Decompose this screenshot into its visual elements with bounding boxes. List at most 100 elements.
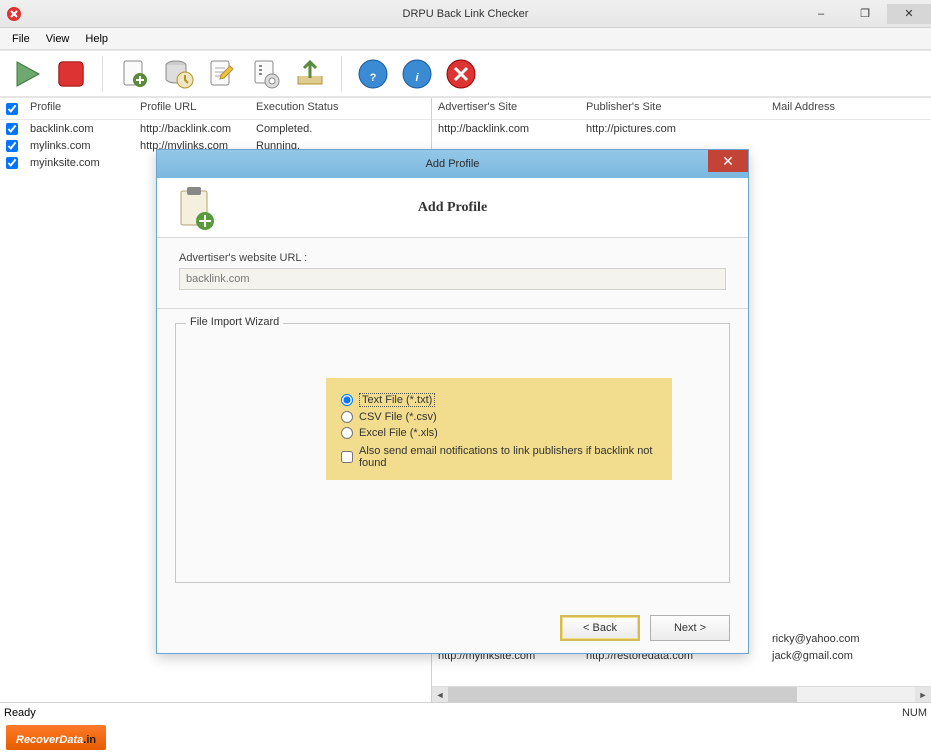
col-publisher-site[interactable]: Publisher's Site	[580, 98, 766, 119]
profile-grid-header: Profile Profile URL Execution Status	[0, 98, 431, 120]
radio-csv-file[interactable]: CSV File (*.csv)	[341, 411, 657, 423]
dialog-close-button[interactable]: ✕	[708, 150, 748, 172]
cell-status: Completed.	[250, 122, 430, 136]
settings-button[interactable]	[245, 53, 287, 95]
cell-mail	[766, 230, 896, 232]
cell-mail	[766, 145, 896, 147]
cell-profile: mylinks.com	[24, 139, 134, 153]
cell-mail	[766, 587, 896, 589]
cell-pub: http://pictures.com	[580, 122, 766, 136]
radio-text-file[interactable]: Text File (*.txt)	[341, 393, 657, 407]
email-notification-checkbox[interactable]: Also send email notifications to link pu…	[341, 445, 657, 469]
new-profile-button[interactable]	[113, 53, 155, 95]
cell-mail	[766, 451, 896, 453]
cell-mail	[766, 332, 896, 334]
statusbar: Ready NUM	[0, 702, 931, 722]
url-section: Advertiser's website URL : backlink.com	[157, 238, 748, 309]
scroll-left-arrow[interactable]: ◄	[432, 687, 448, 702]
cell-mail	[766, 281, 896, 283]
col-mail-address[interactable]: Mail Address	[766, 98, 896, 119]
cell-mail	[766, 179, 896, 181]
edit-button[interactable]	[201, 53, 243, 95]
cell-profile: myinksite.com	[24, 156, 134, 170]
horizontal-scrollbar[interactable]: ◄ ►	[432, 686, 931, 702]
url-field[interactable]: backlink.com	[179, 268, 726, 290]
titlebar: DRPU Back Link Checker – ❐ ✕	[0, 0, 931, 28]
cell-mail	[766, 519, 896, 521]
cell-mail	[766, 349, 896, 351]
scrollbar-thumb[interactable]	[448, 687, 797, 702]
menubar: File View Help	[0, 28, 931, 50]
app-icon	[6, 6, 22, 22]
cell-mail	[766, 162, 896, 164]
stop-button[interactable]	[50, 53, 92, 95]
history-button[interactable]	[157, 53, 199, 95]
row-checkbox[interactable]	[6, 123, 18, 135]
cell-mail: jack@gmail.com	[766, 649, 896, 663]
url-label: Advertiser's website URL :	[179, 252, 726, 264]
col-profile[interactable]: Profile	[24, 98, 134, 119]
cell-mail	[766, 196, 896, 198]
cell-mail: ricky@yahoo.com	[766, 632, 896, 646]
minimize-button[interactable]: –	[799, 4, 843, 24]
profile-row[interactable]: backlink.comhttp://backlink.comCompleted…	[0, 120, 431, 137]
col-profile-url[interactable]: Profile URL	[134, 98, 250, 119]
toolbar: ? i	[0, 50, 931, 97]
cell-mail	[766, 128, 896, 130]
svg-text:?: ?	[370, 72, 377, 84]
window-title: DRPU Back Link Checker	[403, 8, 529, 20]
radio-excel-file[interactable]: Excel File (*.xls)	[341, 427, 657, 439]
cell-mail	[766, 536, 896, 538]
dialog-titlebar[interactable]: Add Profile ✕	[157, 150, 748, 178]
window-controls: – ❐ ✕	[799, 4, 931, 24]
play-button[interactable]	[6, 53, 48, 95]
cell-mail	[766, 502, 896, 504]
col-advertiser-site[interactable]: Advertiser's Site	[432, 98, 580, 119]
row-checkbox[interactable]	[6, 157, 18, 169]
cell-url: http://backlink.com	[134, 122, 250, 136]
menu-view[interactable]: View	[38, 31, 78, 47]
cell-pub	[580, 145, 766, 147]
status-text: Ready	[4, 707, 36, 719]
row-checkbox[interactable]	[6, 140, 18, 152]
back-button[interactable]: < Back	[560, 615, 640, 641]
dialog-title: Add Profile	[426, 158, 480, 170]
wizard-legend: File Import Wizard	[186, 316, 283, 328]
status-num: NUM	[902, 707, 927, 719]
select-all-checkbox[interactable]	[6, 103, 18, 115]
cell-mail	[766, 247, 896, 249]
maximize-button[interactable]: ❐	[843, 4, 887, 24]
cell-mail	[766, 570, 896, 572]
cell-adv	[432, 145, 580, 147]
cell-mail	[766, 553, 896, 555]
site-row[interactable]: http://backlink.comhttp://pictures.com	[432, 120, 931, 137]
add-profile-dialog: Add Profile ✕ Add Profile Advertiser's w…	[156, 149, 749, 654]
dialog-header-title: Add Profile	[418, 200, 547, 216]
file-type-options: Text File (*.txt) CSV File (*.csv) Excel…	[326, 378, 672, 480]
menu-file[interactable]: File	[4, 31, 38, 47]
dialog-body: Add Profile Advertiser's website URL : b…	[157, 178, 748, 653]
cell-mail	[766, 417, 896, 419]
menu-help[interactable]: Help	[77, 31, 116, 47]
close-button[interactable]: ✕	[887, 4, 931, 24]
next-button[interactable]: Next >	[650, 615, 730, 641]
cell-mail	[766, 213, 896, 215]
dialog-header: Add Profile	[157, 178, 748, 238]
col-execution-status[interactable]: Execution Status	[250, 98, 430, 119]
cell-mail	[766, 298, 896, 300]
cell-mail	[766, 383, 896, 385]
scroll-right-arrow[interactable]: ►	[915, 687, 931, 702]
cell-mail	[766, 366, 896, 368]
watermark-area: RecoverData.in	[0, 722, 931, 752]
delete-button[interactable]	[440, 53, 482, 95]
cell-mail	[766, 434, 896, 436]
export-button[interactable]	[289, 53, 331, 95]
toolbar-separator	[341, 56, 342, 92]
clipboard-icon	[171, 185, 217, 231]
help-button[interactable]: ?	[352, 53, 394, 95]
cell-mail	[766, 264, 896, 266]
info-button[interactable]: i	[396, 53, 438, 95]
dialog-buttons: < Back Next >	[560, 615, 730, 641]
file-import-wizard: File Import Wizard Text File (*.txt) CSV…	[175, 323, 730, 583]
cell-mail	[766, 621, 896, 623]
